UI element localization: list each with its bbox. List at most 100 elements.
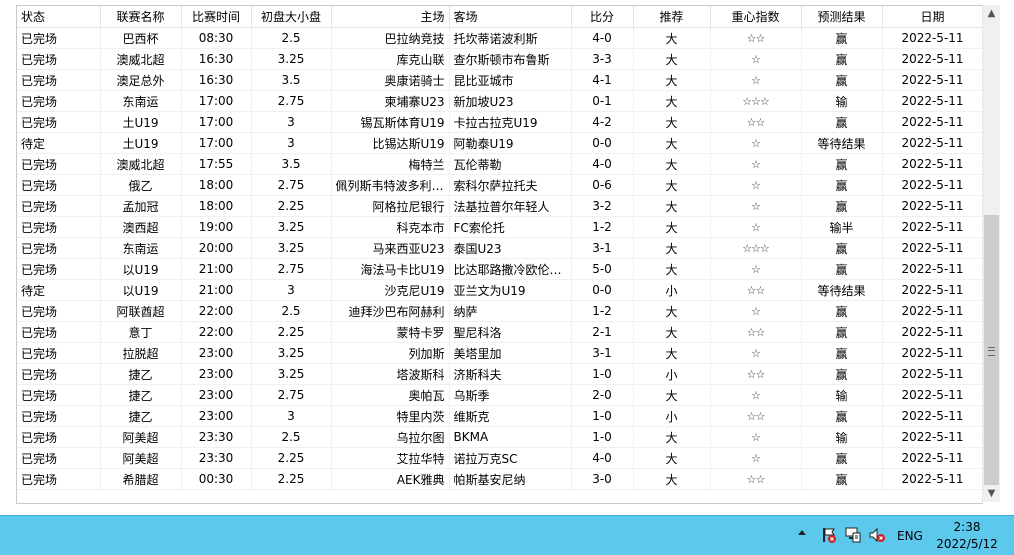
table-row[interactable]: 待定 土U19 17:00 3 比锡达斯U19 阿勒泰U19 0-0 大 ☆ 等待结果 2022-5… (17, 132, 983, 154)
index-stars-cell: ☆ (710, 48, 802, 70)
date-cell: 2022-5-11 (882, 279, 983, 301)
table-row[interactable]: 已完场 孟加冠 18:00 2.25 阿格拉尼银行 法基拉普尔年轻人 3-2 大 ☆ 赢 2022-… (17, 195, 983, 217)
table-row[interactable]: 已完场 希腊超 00:30 2.25 AEK雅典 帕斯基安尼纳 3-0 大 ☆☆ 赢 2022-5-… (17, 468, 983, 490)
tip-cell: 大 (633, 447, 711, 469)
score-cell: 1-0 (571, 405, 634, 427)
match-table: 状态 联赛名称 比赛时间 初盘大小盘 主场 客场 比分 推荐 重心指数 预测结果… (17, 6, 983, 490)
tip-cell: 大 (633, 195, 711, 217)
table-row[interactable]: 已完场 阿美超 23:30 2.5 乌拉尔图 BKMA 1-0 大 ☆ 输 2022-5-11 (17, 426, 983, 448)
date-cell: 2022-5-11 (882, 426, 983, 448)
time-cell: 23:00 (181, 384, 252, 406)
table-row[interactable]: 已完场 澳足总外 16:30 3.5 奥康诺骑士 昆比亚城市 4-1 大 ☆ 赢 2022-5-11 (17, 69, 983, 91)
date-cell: 2022-5-11 (882, 69, 983, 91)
league-cell: 澳威北超 (100, 48, 182, 70)
tray-expand-arrow-icon[interactable] (798, 530, 806, 535)
result-cell: 赢 (801, 321, 883, 343)
date-cell: 2022-5-11 (882, 321, 983, 343)
time-cell: 22:00 (181, 321, 252, 343)
table-row[interactable]: 已完场 阿美超 23:30 2.25 艾拉华特 诺拉万克SC 4-0 大 ☆ 赢 2022-5-11 (17, 447, 983, 469)
table-row[interactable]: 已完场 土U19 17:00 3 锡瓦斯体育U19 卡拉古拉克U19 4-2 大 ☆☆ 赢 2022… (17, 111, 983, 133)
status-cell: 已完场 (17, 90, 101, 112)
column-header-index[interactable]: 重心指数 (710, 6, 802, 28)
table-row[interactable]: 已完场 意丁 22:00 2.25 蒙特卡罗 聖尼科洛 2-1 大 ☆☆ 赢 2022-5-11 (17, 321, 983, 343)
table-row[interactable]: 已完场 阿联酋超 22:00 2.5 迪拜沙巴布阿赫利 纳萨 1-2 大 ☆ 赢 2022-5-11 (17, 300, 983, 322)
time-cell: 16:30 (181, 48, 252, 70)
league-cell: 东南运 (100, 237, 182, 259)
home-team-cell: 艾拉华特 (331, 447, 450, 469)
time-cell: 23:00 (181, 405, 252, 427)
result-cell: 赢 (801, 195, 883, 217)
column-header-score[interactable]: 比分 (571, 6, 634, 28)
column-header-away[interactable]: 客场 (449, 6, 572, 28)
time-cell: 23:30 (181, 447, 252, 469)
table-row[interactable]: 已完场 东南运 20:00 3.25 马来西亚U23 泰国U23 3-1 大 ☆☆☆ 赢 2022-… (17, 237, 983, 259)
line-cell: 3.5 (251, 153, 332, 175)
index-stars-cell: ☆ (710, 384, 802, 406)
table-row[interactable]: 已完场 东南运 17:00 2.75 柬埔寨U23 新加坡U23 0-1 大 ☆☆☆ 输 2022-… (17, 90, 983, 112)
table-row[interactable]: 已完场以U1921:002.75海法马卡比U19比达耶路撒冷欧伦士奥U195-0… (17, 258, 983, 280)
tip-cell: 大 (633, 468, 711, 490)
league-cell: 澳足总外 (100, 69, 182, 91)
index-stars-cell: ☆ (710, 195, 802, 217)
column-header-status[interactable]: 状态 (17, 6, 101, 28)
score-cell: 1-2 (571, 216, 634, 238)
table-row[interactable]: 已完场 俄乙 18:00 2.75 佩列斯韦特波多利斯克 索科尔萨拉托夫 0-6 大 ☆ 赢 202… (17, 174, 983, 196)
result-cell: 赢 (801, 153, 883, 175)
line-cell: 3 (251, 111, 332, 133)
tip-cell: 大 (633, 342, 711, 364)
table-row[interactable]: 已完场 拉脱超 23:00 3.25 列加斯 美塔里加 3-1 大 ☆ 赢 2022-5-11 (17, 342, 983, 364)
away-team-cell: 昆比亚城市 (449, 69, 572, 91)
home-team-cell: 蒙特卡罗 (331, 321, 450, 343)
table-row[interactable]: 已完场 澳威北超 16:30 3.25 库克山联 查尔斯顿市布鲁斯 3-3 大 ☆ 赢 2022-5… (17, 48, 983, 70)
tip-cell: 大 (633, 132, 711, 154)
tip-cell: 小 (633, 405, 711, 427)
table-row[interactable]: 已完场 澳威北超 17:55 3.5 梅特兰 瓦伦蒂勒 4-0 大 ☆ 赢 2022-5-11 (17, 153, 983, 175)
line-cell: 3.25 (251, 216, 332, 238)
vertical-scrollbar[interactable]: ▲ ▼ (982, 5, 1000, 502)
column-header-result[interactable]: 预测结果 (801, 6, 883, 28)
league-cell: 土U19 (100, 132, 182, 154)
line-cell: 2.5 (251, 426, 332, 448)
status-cell: 已完场 (17, 321, 101, 343)
home-team-cell: 海法马卡比U19 (331, 258, 450, 280)
away-team-cell: BKMA (449, 426, 572, 448)
table-row[interactable]: 已完场 捷乙 23:00 3.25 塔波斯科 济斯科夫 1-0 小 ☆☆ 赢 2022-5-11 (17, 363, 983, 385)
column-header-date[interactable]: 日期 (882, 6, 983, 28)
column-header-league[interactable]: 联赛名称 (100, 6, 182, 28)
line-cell: 2.25 (251, 321, 332, 343)
column-header-tip[interactable]: 推荐 (633, 6, 711, 28)
table-row[interactable]: 已完场 捷乙 23:00 3 特里内茨 维斯克 1-0 小 ☆☆ 赢 2022-5-11 (17, 405, 983, 427)
index-stars-cell: ☆☆ (710, 27, 802, 49)
scroll-down-arrow-icon[interactable]: ▼ (983, 485, 1000, 502)
score-cell: 2-1 (571, 321, 634, 343)
tip-cell: 大 (633, 27, 711, 49)
scrollbar-thumb[interactable] (984, 215, 999, 485)
time-cell: 00:30 (181, 468, 252, 490)
table-row[interactable]: 已完场 捷乙 23:00 2.75 奥帕瓦 乌斯季 2-0 大 ☆ 输 2022-5-11 (17, 384, 983, 406)
scroll-up-arrow-icon[interactable]: ▲ (983, 5, 1000, 22)
home-team-cell: 巴拉纳竞技 (331, 27, 450, 49)
network-icon[interactable] (844, 526, 862, 544)
index-stars-cell: ☆ (710, 447, 802, 469)
column-header-home[interactable]: 主场 (331, 6, 450, 28)
action-center-flag-icon[interactable] (820, 526, 838, 544)
result-cell: 赢 (801, 69, 883, 91)
league-cell: 捷乙 (100, 405, 182, 427)
line-cell: 2.5 (251, 27, 332, 49)
result-cell: 输半 (801, 216, 883, 238)
index-stars-cell: ☆☆ (710, 363, 802, 385)
result-cell: 等待结果 (801, 132, 883, 154)
match-list-view[interactable]: 状态 联赛名称 比赛时间 初盘大小盘 主场 客场 比分 推荐 重心指数 预测结果… (16, 5, 983, 504)
input-language-indicator[interactable]: ENG (897, 529, 923, 543)
table-row[interactable]: 已完场 澳西超 19:00 3.25 科克本市 FC索伦托 1-2 大 ☆ 输半 2022-5-11 (17, 216, 983, 238)
system-clock[interactable]: 2:38 2022/5/12 (928, 519, 1006, 553)
column-header-time[interactable]: 比赛时间 (181, 6, 252, 28)
status-cell: 已完场 (17, 363, 101, 385)
table-row[interactable]: 已完场 巴西杯 08:30 2.5 巴拉纳竞技 托坎蒂诺波利斯 4-0 大 ☆☆ 赢 2022-5-… (17, 27, 983, 49)
column-header-line[interactable]: 初盘大小盘 (251, 6, 332, 28)
table-row[interactable]: 待定 以U19 21:00 3 沙克尼U19 亚兰文为U19 0-0 小 ☆☆ 等待结果 2022-… (17, 279, 983, 301)
index-stars-cell: ☆ (710, 153, 802, 175)
date-cell: 2022-5-11 (882, 300, 983, 322)
result-cell: 赢 (801, 300, 883, 322)
volume-muted-icon[interactable] (868, 526, 886, 544)
